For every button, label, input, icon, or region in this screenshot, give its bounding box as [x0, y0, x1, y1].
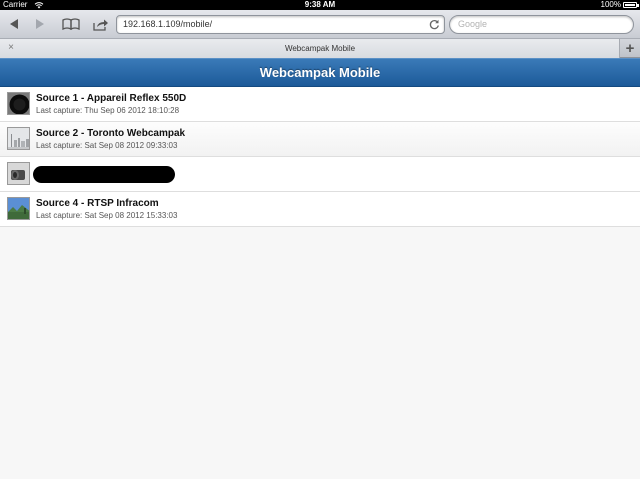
- list-item-source-4[interactable]: Source 4 - RTSP Infracom Last capture: S…: [0, 192, 640, 227]
- camera-lens-thumbnail: [7, 162, 30, 185]
- tab-title: Webcampak Mobile: [284, 44, 356, 53]
- address-bar[interactable]: 192.168.1.109/mobile/: [116, 15, 445, 34]
- address-text: 192.168.1.109/mobile/: [123, 19, 213, 29]
- forward-arrow-icon: [36, 19, 44, 29]
- source-title: Source 4 - RTSP Infracom: [36, 198, 159, 209]
- share-button[interactable]: [90, 14, 112, 34]
- list-item-source-1[interactable]: Source 1 - Appareil Reflex 550D Last cap…: [0, 87, 640, 122]
- book-icon: [62, 18, 80, 30]
- browser-toolbar: 192.168.1.109/mobile/ Google: [0, 10, 640, 39]
- status-time: 9:38 AM: [304, 0, 336, 9]
- lens-thumbnail-image: [8, 163, 29, 184]
- new-tab-button[interactable]: +: [620, 39, 640, 58]
- battery-icon: [623, 2, 637, 8]
- forward-button[interactable]: [30, 14, 50, 34]
- source-title: Source 2 - Toronto Webcampak: [36, 128, 186, 139]
- camera-thumbnail-image: [8, 93, 29, 114]
- search-placeholder: Google: [458, 19, 488, 29]
- last-capture-text: Last capture: Thu Sep 06 2012 18:10:28: [36, 106, 180, 115]
- page-title: Webcampak Mobile: [259, 65, 381, 80]
- page-header: Webcampak Mobile: [0, 58, 640, 87]
- battery-tip: [637, 4, 639, 7]
- bookmarks-button[interactable]: [60, 14, 82, 34]
- search-input[interactable]: Google: [449, 15, 634, 34]
- tab-bar: × Webcampak Mobile +: [0, 39, 640, 58]
- skyline-thumbnail-image: [8, 128, 29, 149]
- list-item-source-2[interactable]: Source 2 - Toronto Webcampak Last captur…: [0, 122, 640, 157]
- battery-percentage: 100%: [600, 0, 621, 9]
- share-icon: [93, 19, 108, 31]
- plus-icon: +: [625, 40, 635, 57]
- source-list: Source 1 - Appareil Reflex 550D Last cap…: [0, 87, 640, 227]
- source-title: Source 1 - Appareil Reflex 550D: [36, 93, 187, 104]
- redacted-label: [33, 166, 175, 183]
- dark-camera-thumbnail: [7, 92, 30, 115]
- back-arrow-icon: [10, 19, 18, 29]
- city-skyline-thumbnail: [7, 127, 30, 150]
- landscape-thumbnail-image: [8, 198, 29, 219]
- last-capture-text: Last capture: Sat Sep 08 2012 09:33:03: [36, 141, 178, 150]
- last-capture-text: Last capture: Sat Sep 08 2012 15:33:03: [36, 211, 178, 220]
- back-button[interactable]: [4, 14, 24, 34]
- list-item-source-3[interactable]: [0, 157, 640, 192]
- status-bar: Carrier 9:38 AM 100%: [0, 0, 640, 10]
- reload-icon[interactable]: [429, 19, 440, 30]
- landscape-thumbnail: [7, 197, 30, 220]
